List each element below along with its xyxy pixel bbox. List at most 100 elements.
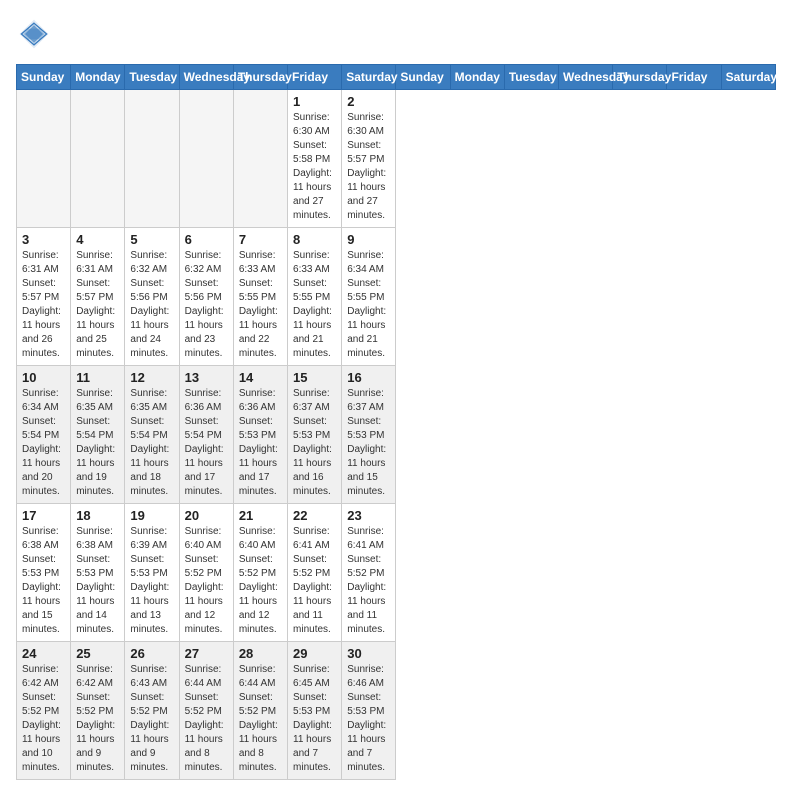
day-number: 7: [239, 232, 282, 247]
day-info: Sunrise: 6:40 AM Sunset: 5:52 PM Dayligh…: [185, 525, 228, 637]
calendar-cell: 7 Sunrise: 6:33 AM Sunset: 5:55 PM Daylig…: [233, 228, 287, 366]
calendar-cell: [17, 90, 71, 228]
day-number: 23: [347, 508, 390, 523]
header-day: Thursday: [233, 65, 287, 90]
day-info: Sunrise: 6:45 AM Sunset: 5:53 PM Dayligh…: [293, 663, 336, 775]
calendar-cell: 22 Sunrise: 6:41 AM Sunset: 5:52 PM Dayli…: [288, 504, 342, 642]
header-day: Wednesday: [559, 65, 613, 90]
day-info: Sunrise: 6:30 AM Sunset: 5:57 PM Dayligh…: [347, 111, 390, 223]
header-day: Saturday: [721, 65, 775, 90]
header-day: Wednesday: [179, 65, 233, 90]
calendar-cell: 17 Sunrise: 6:38 AM Sunset: 5:53 PM Dayli…: [17, 504, 71, 642]
day-info: Sunrise: 6:32 AM Sunset: 5:56 PM Dayligh…: [185, 249, 228, 361]
day-info: Sunrise: 6:43 AM Sunset: 5:52 PM Dayligh…: [130, 663, 173, 775]
day-info: Sunrise: 6:42 AM Sunset: 5:52 PM Dayligh…: [22, 663, 65, 775]
header-day: Friday: [667, 65, 721, 90]
day-info: Sunrise: 6:44 AM Sunset: 5:52 PM Dayligh…: [185, 663, 228, 775]
calendar-cell: [179, 90, 233, 228]
calendar-cell: 27Sunrise: 6:44 AM Sunset: 5:52 PM Dayli…: [179, 642, 233, 780]
day-info: Sunrise: 6:35 AM Sunset: 5:54 PM Dayligh…: [76, 387, 119, 499]
day-number: 5: [130, 232, 173, 247]
calendar-cell: 6 Sunrise: 6:32 AM Sunset: 5:56 PM Daylig…: [179, 228, 233, 366]
calendar-cell: 14Sunrise: 6:36 AM Sunset: 5:53 PM Dayli…: [233, 366, 287, 504]
day-number: 22: [293, 508, 336, 523]
day-number: 15: [293, 370, 336, 385]
day-number: 29: [293, 646, 336, 661]
day-info: Sunrise: 6:33 AM Sunset: 5:55 PM Dayligh…: [239, 249, 282, 361]
day-number: 20: [185, 508, 228, 523]
day-number: 14: [239, 370, 282, 385]
day-number: 6: [185, 232, 228, 247]
header-day: Monday: [71, 65, 125, 90]
header-day: Thursday: [613, 65, 667, 90]
day-info: Sunrise: 6:41 AM Sunset: 5:52 PM Dayligh…: [347, 525, 390, 637]
day-number: 30: [347, 646, 390, 661]
calendar-cell: 5 Sunrise: 6:32 AM Sunset: 5:56 PM Daylig…: [125, 228, 179, 366]
calendar-week: 1Sunrise: 6:30 AM Sunset: 5:58 PM Daylig…: [17, 90, 776, 228]
calendar-cell: 1Sunrise: 6:30 AM Sunset: 5:58 PM Daylig…: [288, 90, 342, 228]
day-info: Sunrise: 6:35 AM Sunset: 5:54 PM Dayligh…: [130, 387, 173, 499]
calendar-cell: 8 Sunrise: 6:33 AM Sunset: 5:55 PM Daylig…: [288, 228, 342, 366]
calendar-cell: [71, 90, 125, 228]
day-number: 11: [76, 370, 119, 385]
day-info: Sunrise: 6:33 AM Sunset: 5:55 PM Dayligh…: [293, 249, 336, 361]
calendar-cell: 21 Sunrise: 6:40 AM Sunset: 5:52 PM Dayli…: [233, 504, 287, 642]
calendar-cell: [233, 90, 287, 228]
day-number: 1: [293, 94, 336, 109]
day-number: 16: [347, 370, 390, 385]
day-info: Sunrise: 6:31 AM Sunset: 5:57 PM Dayligh…: [22, 249, 65, 361]
day-number: 21: [239, 508, 282, 523]
header-day: Sunday: [17, 65, 71, 90]
calendar-week: 24Sunrise: 6:42 AM Sunset: 5:52 PM Dayli…: [17, 642, 776, 780]
calendar-cell: 28Sunrise: 6:44 AM Sunset: 5:52 PM Dayli…: [233, 642, 287, 780]
calendar-cell: 9 Sunrise: 6:34 AM Sunset: 5:55 PM Daylig…: [342, 228, 396, 366]
day-number: 8: [293, 232, 336, 247]
calendar-cell: 19 Sunrise: 6:39 AM Sunset: 5:53 PM Dayli…: [125, 504, 179, 642]
calendar-cell: 15Sunrise: 6:37 AM Sunset: 5:53 PM Dayli…: [288, 366, 342, 504]
logo: [16, 16, 56, 52]
header-day: Sunday: [396, 65, 450, 90]
calendar-week: 3Sunrise: 6:31 AM Sunset: 5:57 PM Daylig…: [17, 228, 776, 366]
day-number: 13: [185, 370, 228, 385]
calendar-cell: 29 Sunrise: 6:45 AM Sunset: 5:53 PM Dayli…: [288, 642, 342, 780]
day-info: Sunrise: 6:38 AM Sunset: 5:53 PM Dayligh…: [76, 525, 119, 637]
calendar-cell: 23 Sunrise: 6:41 AM Sunset: 5:52 PM Dayli…: [342, 504, 396, 642]
day-info: Sunrise: 6:46 AM Sunset: 5:53 PM Dayligh…: [347, 663, 390, 775]
day-info: Sunrise: 6:34 AM Sunset: 5:54 PM Dayligh…: [22, 387, 65, 499]
header-day: Tuesday: [504, 65, 558, 90]
calendar-cell: 16 Sunrise: 6:37 AM Sunset: 5:53 PM Dayli…: [342, 366, 396, 504]
calendar-cell: 24Sunrise: 6:42 AM Sunset: 5:52 PM Dayli…: [17, 642, 71, 780]
calendar-table: SundayMondayTuesdayWednesdayThursdayFrid…: [16, 64, 776, 780]
day-info: Sunrise: 6:41 AM Sunset: 5:52 PM Dayligh…: [293, 525, 336, 637]
header-row: SundayMondayTuesdayWednesdayThursdayFrid…: [17, 65, 776, 90]
page-header: [16, 16, 776, 52]
calendar-cell: [125, 90, 179, 228]
day-info: Sunrise: 6:34 AM Sunset: 5:55 PM Dayligh…: [347, 249, 390, 361]
day-number: 9: [347, 232, 390, 247]
day-number: 26: [130, 646, 173, 661]
header-day: Friday: [288, 65, 342, 90]
day-info: Sunrise: 6:40 AM Sunset: 5:52 PM Dayligh…: [239, 525, 282, 637]
header-day: Saturday: [342, 65, 396, 90]
calendar-cell: 4Sunrise: 6:31 AM Sunset: 5:57 PM Daylig…: [71, 228, 125, 366]
day-number: 18: [76, 508, 119, 523]
calendar-cell: 3Sunrise: 6:31 AM Sunset: 5:57 PM Daylig…: [17, 228, 71, 366]
calendar-cell: 10Sunrise: 6:34 AM Sunset: 5:54 PM Dayli…: [17, 366, 71, 504]
day-info: Sunrise: 6:36 AM Sunset: 5:54 PM Dayligh…: [185, 387, 228, 499]
day-info: Sunrise: 6:37 AM Sunset: 5:53 PM Dayligh…: [347, 387, 390, 499]
calendar-cell: 18 Sunrise: 6:38 AM Sunset: 5:53 PM Dayli…: [71, 504, 125, 642]
day-number: 19: [130, 508, 173, 523]
day-info: Sunrise: 6:44 AM Sunset: 5:52 PM Dayligh…: [239, 663, 282, 775]
day-info: Sunrise: 6:38 AM Sunset: 5:53 PM Dayligh…: [22, 525, 65, 637]
calendar-cell: 2Sunrise: 6:30 AM Sunset: 5:57 PM Daylig…: [342, 90, 396, 228]
calendar-cell: 26 Sunrise: 6:43 AM Sunset: 5:52 PM Dayli…: [125, 642, 179, 780]
day-number: 4: [76, 232, 119, 247]
day-number: 12: [130, 370, 173, 385]
day-info: Sunrise: 6:39 AM Sunset: 5:53 PM Dayligh…: [130, 525, 173, 637]
calendar-cell: 11 Sunrise: 6:35 AM Sunset: 5:54 PM Dayli…: [71, 366, 125, 504]
header-day: Tuesday: [125, 65, 179, 90]
calendar-cell: 25Sunrise: 6:42 AM Sunset: 5:52 PM Dayli…: [71, 642, 125, 780]
day-number: 17: [22, 508, 65, 523]
calendar-cell: 13 Sunrise: 6:36 AM Sunset: 5:54 PM Dayli…: [179, 366, 233, 504]
day-info: Sunrise: 6:32 AM Sunset: 5:56 PM Dayligh…: [130, 249, 173, 361]
